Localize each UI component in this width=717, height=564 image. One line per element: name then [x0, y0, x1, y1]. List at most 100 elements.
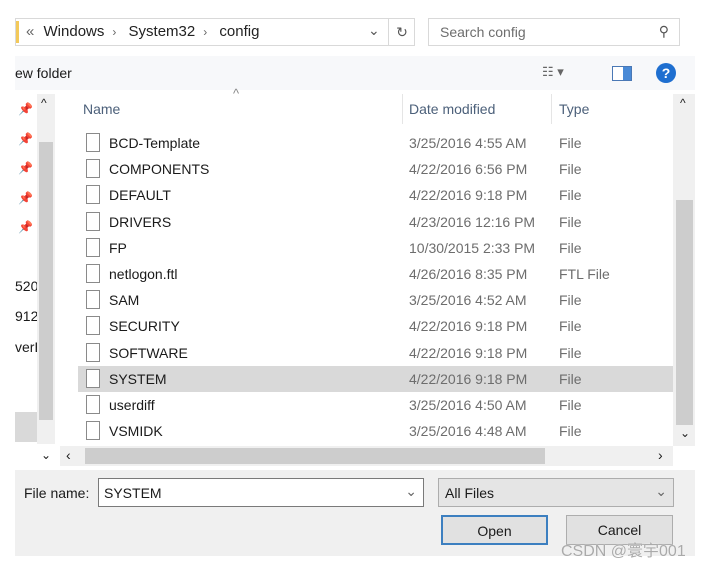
file-row[interactable]: COMPONENTS 4/22/2016 6:56 PM File [78, 156, 673, 182]
chevron-down-icon[interactable]: ⌄ [405, 483, 417, 500]
file-name: SAM [109, 292, 140, 309]
file-date: 3/25/2016 4:48 AM [409, 423, 527, 440]
column-header-date[interactable]: Date modified [409, 101, 495, 129]
file-type: File [559, 239, 582, 256]
file-name: SECURITY [109, 318, 180, 335]
file-row[interactable]: SOFTWARE 4/22/2016 9:18 PM File [78, 340, 673, 366]
file-icon [86, 421, 100, 441]
file-list-vertical-scrollbar[interactable]: ^ ⌄ [673, 94, 695, 446]
scroll-left-icon[interactable]: ‹ [66, 447, 71, 463]
file-icon [86, 211, 100, 231]
file-name: SYSTEM [109, 370, 167, 387]
refresh-icon[interactable]: ↻ [388, 19, 415, 45]
chevron-right-icon: › [112, 25, 117, 39]
file-type: File [559, 344, 582, 361]
file-icon [86, 368, 100, 388]
file-icon [86, 159, 100, 179]
nav-item[interactable]: 520 [15, 278, 37, 294]
file-icon [86, 316, 100, 336]
file-date: 4/22/2016 9:18 PM [409, 187, 528, 204]
file-row[interactable]: DRIVERS 4/23/2016 12:16 PM File [78, 209, 673, 235]
scroll-up-icon[interactable]: ^ [680, 96, 686, 110]
column-divider [551, 94, 552, 124]
search-input[interactable]: Search config ⚲ [428, 18, 680, 46]
pin-icon: 📌 [18, 161, 33, 175]
file-type: File [559, 213, 582, 230]
view-options-icon[interactable]: ☷ ▾ [542, 64, 564, 80]
file-type: File [559, 292, 582, 309]
file-date: 3/25/2016 4:52 AM [409, 292, 527, 309]
search-placeholder: Search config [440, 24, 526, 40]
file-date: 4/22/2016 9:18 PM [409, 318, 528, 335]
column-divider [402, 94, 403, 124]
file-date: 10/30/2015 2:33 PM [409, 239, 536, 256]
file-name: COMPONENTS [109, 161, 210, 178]
chevron-down-icon[interactable]: ⌄ [368, 22, 380, 39]
file-date: 4/22/2016 9:18 PM [409, 344, 528, 361]
file-row[interactable]: VSMIDK 3/25/2016 4:48 AM File [78, 418, 673, 444]
file-type-select[interactable]: All Files ⌄ [438, 478, 674, 507]
file-icon [86, 342, 100, 362]
new-folder-button[interactable]: ew folder [15, 65, 72, 81]
file-date: 4/23/2016 12:16 PM [409, 213, 536, 230]
breadcrumb-windows[interactable]: Windows [44, 23, 105, 40]
file-date: 4/22/2016 6:56 PM [409, 161, 528, 178]
file-type: File [559, 397, 582, 413]
file-row[interactable]: FP 10/30/2015 2:33 PM File [78, 235, 673, 261]
file-row[interactable]: DEFAULT 4/22/2016 9:18 PM File [78, 182, 673, 208]
file-row[interactable]: SECURITY 4/22/2016 9:18 PM File [78, 313, 673, 339]
file-name-label: File name: [24, 485, 90, 501]
file-row[interactable]: SAM 3/25/2016 4:52 AM File [78, 287, 673, 313]
nav-scrollbar[interactable]: ^ ⌄ [37, 94, 55, 462]
pin-icon: 📌 [18, 102, 33, 116]
scrollbar-thumb[interactable] [85, 448, 545, 464]
file-row[interactable]: netlogon.ftl 4/26/2016 8:35 PM FTL File [78, 261, 673, 287]
scrollbar-thumb[interactable] [676, 200, 693, 425]
file-name-input[interactable]: SYSTEM ⌄ [98, 478, 424, 507]
file-type: File [559, 187, 582, 204]
file-icon [86, 395, 100, 414]
help-icon[interactable]: ? [656, 63, 676, 83]
address-bar[interactable]: « Windows › System32 › config ⌄ ↻ [15, 18, 415, 46]
breadcrumb-system32[interactable]: System32 [129, 23, 196, 40]
folder-icon [16, 21, 19, 43]
pin-icon: 📌 [18, 220, 33, 234]
chevron-down-icon: ⌄ [655, 483, 667, 499]
file-type: File [559, 370, 582, 387]
column-header-type[interactable]: Type [559, 101, 589, 129]
nav-item[interactable]: 912 [15, 308, 37, 324]
file-list-horizontal-scrollbar[interactable]: ‹ › [60, 446, 673, 466]
file-row[interactable]: userdiff 3/25/2016 4:50 AM File [78, 392, 673, 418]
scroll-up-icon[interactable]: ^ [41, 96, 47, 110]
pin-icon: 📌 [18, 132, 33, 146]
scrollbar-thumb[interactable] [39, 142, 53, 420]
file-date: 3/25/2016 4:55 AM [409, 135, 527, 151]
file-type: File [559, 161, 582, 178]
preview-pane-icon[interactable] [612, 66, 632, 81]
scroll-down-icon[interactable]: ⌄ [680, 426, 690, 440]
file-row[interactable]: SYSTEM 4/22/2016 9:18 PM File [78, 365, 673, 392]
column-header-name[interactable]: Name [83, 101, 120, 129]
overflow-chevron-icon[interactable]: « [26, 23, 34, 40]
file-icon [86, 185, 100, 205]
file-icon [86, 264, 100, 283]
file-type-value: All Files [445, 485, 495, 501]
file-name: DEFAULT [109, 187, 171, 204]
breadcrumb-config[interactable]: config [219, 23, 259, 40]
nav-item[interactable]: verE [15, 339, 37, 355]
file-type: File [559, 423, 582, 440]
scroll-right-icon[interactable]: › [658, 447, 663, 463]
file-name: FP [109, 239, 127, 256]
file-icon [86, 133, 100, 152]
search-icon[interactable]: ⚲ [659, 23, 669, 40]
chevron-right-icon: › [203, 25, 208, 39]
file-name: SOFTWARE [109, 344, 188, 361]
nav-selected-item[interactable] [15, 412, 37, 442]
file-name-value: SYSTEM [104, 485, 162, 501]
file-type: FTL File [559, 266, 610, 282]
open-button[interactable]: Open [441, 515, 548, 545]
file-date: 4/22/2016 9:18 PM [409, 370, 528, 387]
toolbar: ew folder ☷ ▾ [15, 56, 695, 90]
file-row[interactable]: BCD-Template 3/25/2016 4:55 AM File [78, 130, 673, 156]
scroll-down-icon[interactable]: ⌄ [41, 448, 51, 462]
